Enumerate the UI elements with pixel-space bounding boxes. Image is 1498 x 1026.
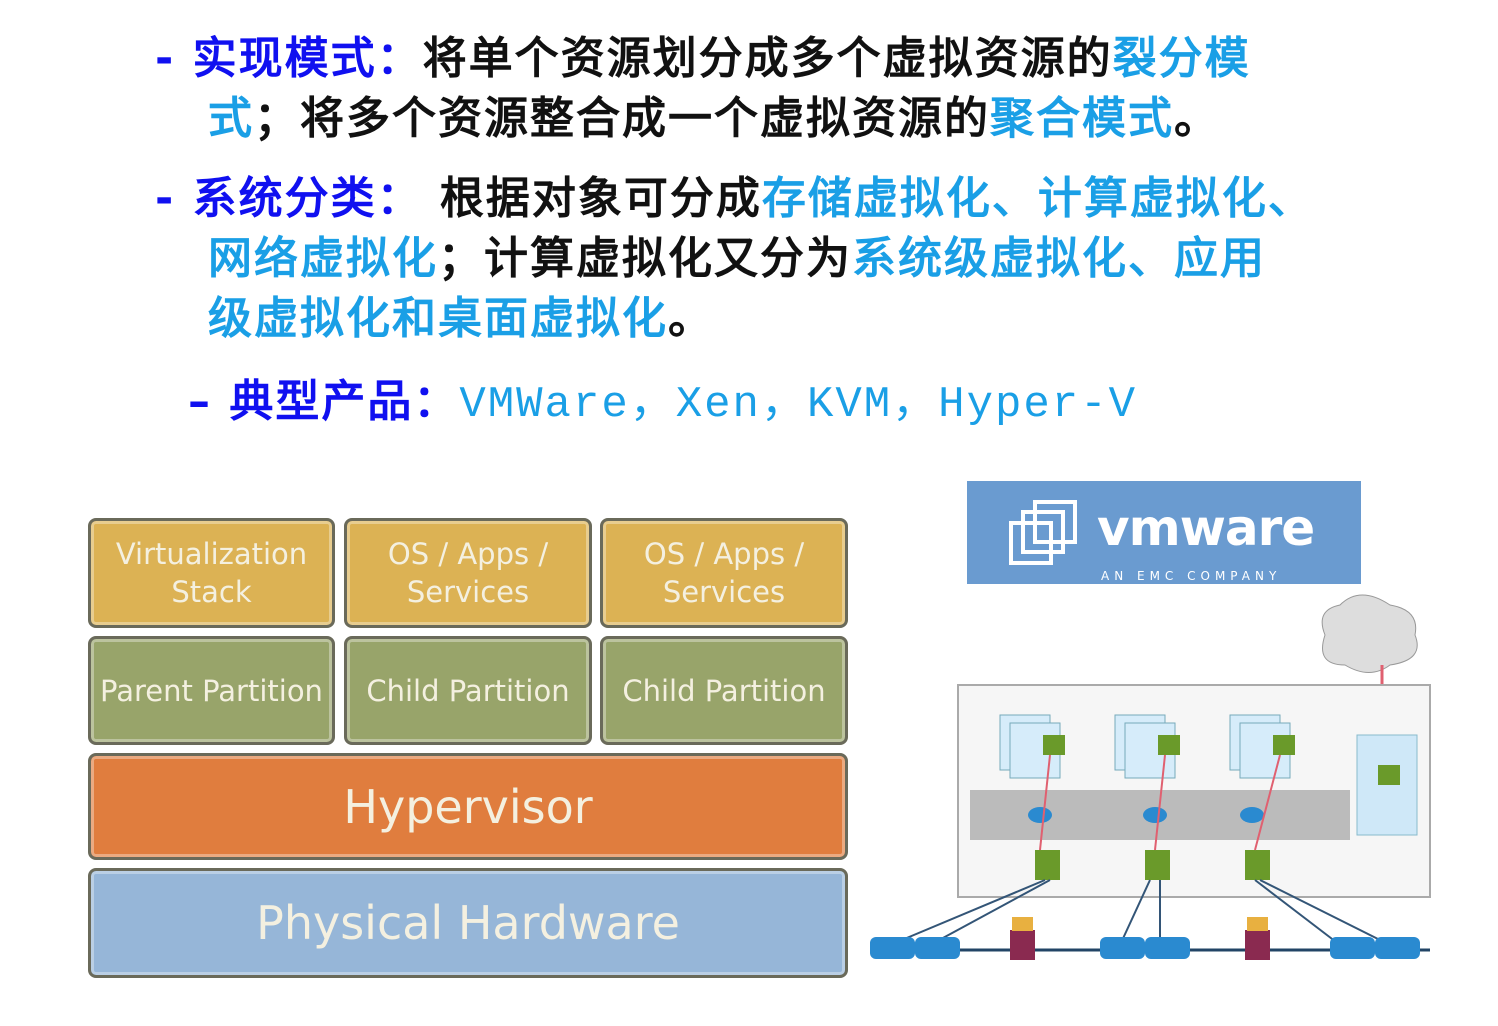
virtualization-stack-box: Virtualization Stack <box>88 518 335 628</box>
hypervisor-box: Hypervisor <box>88 753 848 860</box>
child-partition-box: Child Partition <box>344 636 592 745</box>
bullet-classification-cont: 网络虚拟化；计算虚拟化又分为系统级虚拟化、应用 <box>208 233 1266 284</box>
management-lan-cloud-icon <box>1321 594 1418 673</box>
bullet-implementation-mode: - 实现模式：将单个资源划分成多个虚拟资源的裂分模 <box>155 33 1251 84</box>
child-partition-box: Child Partition <box>600 636 848 745</box>
vmware-esx-network-diagram <box>870 594 1431 960</box>
os-apps-box: OS / Apps / Services <box>600 518 848 628</box>
os-apps-box: OS / Apps / Services <box>344 518 592 628</box>
bullet-classification-cont2: 级虚拟化和桌面虚拟化。 <box>208 293 714 344</box>
physical-hardware-box: Physical Hardware <box>88 868 848 978</box>
parent-partition-box: Parent Partition <box>88 636 335 745</box>
vmware-logo: vmware AN EMC COMPANY <box>967 481 1361 584</box>
vmware-squares-icon <box>1009 500 1077 565</box>
bullet-implementation-mode-cont: 式；将多个资源整合成一个虚拟资源的聚合模式。 <box>208 93 1220 144</box>
bullet-classification: - 系统分类： 根据对象可分成存储虚拟化、计算虚拟化、 <box>155 173 1314 224</box>
bullet-products: – 典型产品：VMWare，Xen，KVM，Hyper-V <box>188 376 1138 430</box>
